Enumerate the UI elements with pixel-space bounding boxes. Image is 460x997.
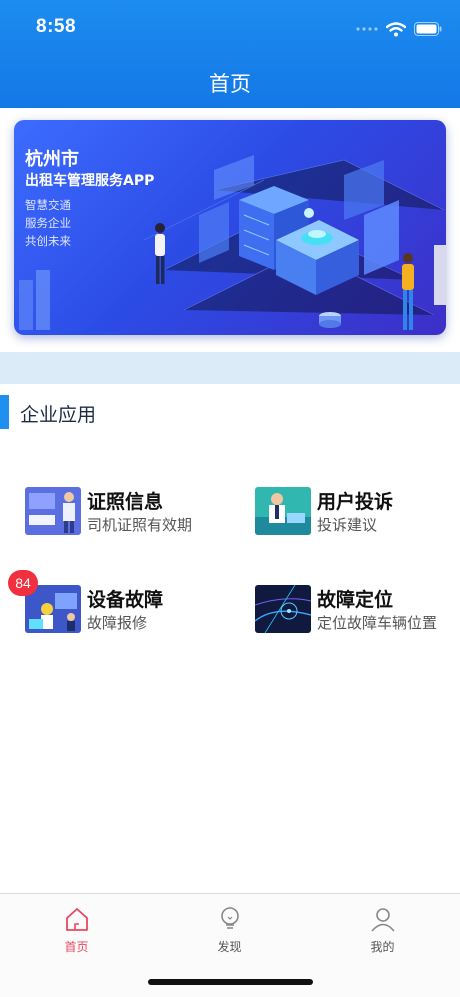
app-title: 用户投诉 — [317, 491, 394, 513]
app-title: 设备故障 — [87, 589, 164, 611]
app-subtitle: 司机证照有效期 — [87, 516, 193, 534]
license-icon — [25, 487, 81, 535]
tab-label: 发现 — [217, 940, 242, 954]
app-device-fault[interactable]: 设备故障 故障报修 — [25, 585, 245, 637]
notification-badge: 84 — [8, 570, 38, 596]
page-title: 首页 — [209, 72, 251, 96]
signal-icon — [356, 27, 378, 31]
complaint-icon — [255, 487, 311, 535]
banner-app-name: 出租车管理服务APP — [25, 173, 155, 189]
banner-city: 杭州市 — [25, 149, 79, 170]
tab-label: 首页 — [64, 940, 89, 954]
battery-icon — [414, 22, 442, 36]
app-title: 证照信息 — [87, 491, 164, 513]
tab-label: 我的 — [370, 940, 395, 954]
status-time: 8:58 — [36, 16, 77, 37]
fault-location-icon — [255, 585, 311, 633]
header-bar: 8:58 首页 — [0, 0, 460, 108]
banner-carousel[interactable]: 杭州市 出租车管理服务APP 智慧交通 服务企业 共创未来 — [14, 120, 446, 335]
divider-band — [0, 352, 460, 384]
tab-home[interactable]: 首页 — [0, 894, 153, 964]
app-fault-location[interactable]: 故障定位 定位故障车辆位置 — [255, 585, 460, 637]
app-subtitle: 故障报修 — [87, 614, 148, 632]
home-icon — [66, 908, 88, 931]
section-accent-bar — [0, 395, 9, 429]
banner-slogan: 共创未来 — [25, 234, 71, 248]
tab-profile[interactable]: 我的 — [306, 894, 459, 964]
user-icon — [371, 908, 395, 932]
banner-slogan: 服务企业 — [25, 216, 71, 230]
app-subtitle: 投诉建议 — [317, 516, 378, 534]
tab-discover[interactable]: 发现 — [153, 894, 306, 964]
app-title: 故障定位 — [317, 589, 394, 611]
banner-slogan: 智慧交通 — [25, 198, 71, 212]
status-icons — [356, 18, 442, 40]
app-user-complaint[interactable]: 用户投诉 投诉建议 — [255, 487, 460, 539]
app-license-info[interactable]: 证照信息 司机证照有效期 — [25, 487, 245, 539]
app-subtitle: 定位故障车辆位置 — [317, 614, 438, 632]
wifi-icon — [386, 21, 406, 36]
home-indicator — [148, 979, 313, 985]
lightbulb-icon — [221, 907, 239, 929]
section-title: 企业应用 — [20, 404, 97, 426]
